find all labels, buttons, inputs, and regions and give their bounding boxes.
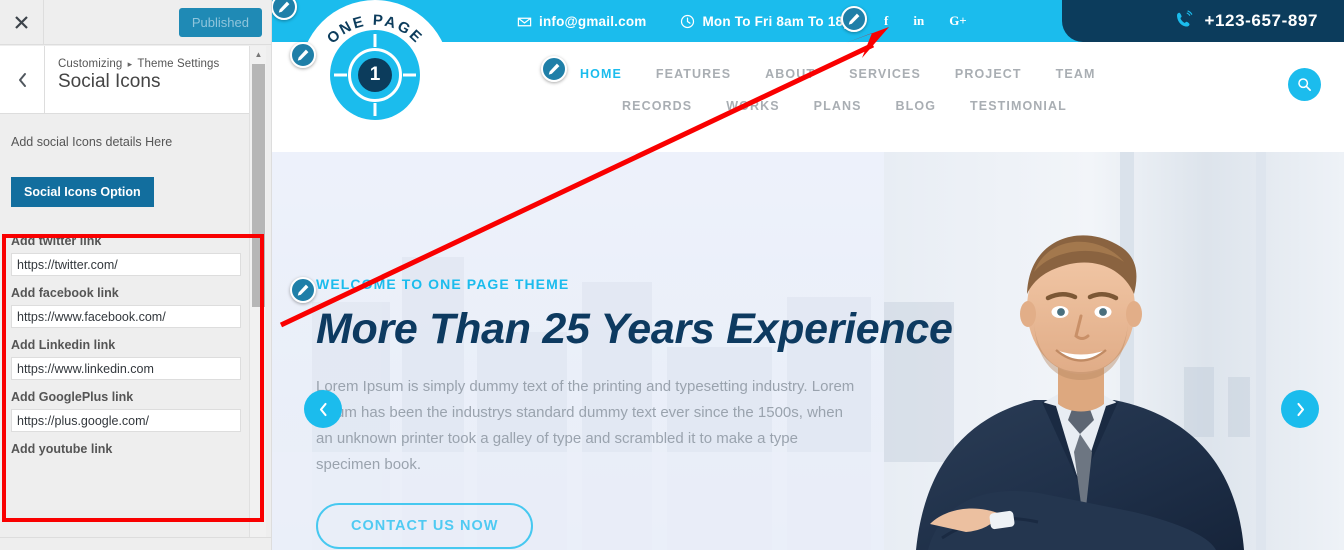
footer-inner: Hide Controls [0, 539, 271, 550]
nav-item-records[interactable]: RECORDS [622, 99, 692, 113]
nav-item-about[interactable]: ABOUT [765, 67, 815, 81]
logo-disc: 1 [330, 30, 420, 120]
facebook-link-input[interactable] [11, 305, 241, 328]
slider-prev-button[interactable] [304, 390, 342, 428]
topbar-phone-text: +123-657-897 [1204, 11, 1318, 30]
menu-row-primary: HOME FEATURES ABOUT SERVICES PROJECT TEA… [580, 67, 1280, 81]
topbar-hours-text: Mon To Fri 8am To 18pm [702, 13, 864, 29]
breadcrumb-parent[interactable]: Theme Settings [137, 58, 219, 70]
nav-item-features[interactable]: FEATURES [656, 67, 731, 81]
linkedin-link-input[interactable] [11, 357, 241, 380]
site-navbar: ONE PAGE 1 HOME FEATURES ABOUT SERVICES … [272, 0, 1344, 152]
mail-icon [517, 17, 532, 26]
screen-root: Published Customizing ▸ Theme Settings S… [0, 0, 1344, 550]
site-preview: info@gmail.com Mon To Fri 8am To 18pm f … [272, 0, 1344, 550]
breadcrumb-root[interactable]: Customizing [58, 58, 122, 70]
back-button[interactable] [0, 46, 45, 113]
field-twitter: Add twitter link [0, 234, 264, 276]
sidebar-scrollbar[interactable]: ▲ ▼ [249, 46, 266, 550]
phone-ringing-icon [1177, 10, 1193, 27]
social-link-fields: Add twitter link Add facebook link Add L… [0, 234, 264, 456]
edit-shortcut-logo[interactable] [290, 42, 316, 68]
hero-content: WELCOME TO ONE PAGE THEME More Than 25 Y… [316, 276, 953, 550]
customizer-footer: Hide Controls [0, 537, 271, 550]
field-label: Add facebook link [11, 286, 119, 300]
field-label: Add Linkedin link [11, 338, 116, 352]
menu-row-secondary: RECORDS WORKS PLANS BLOG TESTIMONIAL [580, 99, 1280, 113]
clock-icon [681, 14, 695, 28]
businessman-illustration [884, 152, 1344, 550]
logo-tick-top [373, 34, 377, 47]
nav-item-testimonial[interactable]: TESTIMONIAL [970, 99, 1067, 113]
social-icons-option-button[interactable]: Social Icons Option [11, 177, 154, 207]
edit-shortcut-hero[interactable] [290, 277, 316, 303]
nav-item-blog[interactable]: BLOG [896, 99, 937, 113]
page-title: Social Icons [58, 71, 161, 92]
customizer-sidebar: Published Customizing ▸ Theme Settings S… [0, 0, 272, 550]
field-linkedin: Add Linkedin link [0, 338, 264, 380]
nav-item-services[interactable]: SERVICES [849, 67, 921, 81]
topbar-email[interactable]: info@gmail.com [517, 14, 646, 29]
nav-item-works[interactable]: WORKS [726, 99, 779, 113]
field-label: Add youtube link [11, 442, 113, 456]
field-googleplus: Add GooglePlus link [0, 390, 264, 432]
pencil-icon [297, 49, 309, 61]
panel-header: Customizing ▸ Theme Settings Social Icon… [0, 46, 258, 114]
customizer-topbar: Published [0, 0, 271, 45]
nav-item-plans[interactable]: PLANS [814, 99, 862, 113]
panel-header-text: Customizing ▸ Theme Settings Social Icon… [45, 46, 219, 113]
topbar-phone[interactable]: +123-657-897 [1173, 0, 1318, 42]
close-icon [15, 15, 28, 29]
contact-us-now-button[interactable]: CONTACT US NOW [316, 503, 534, 550]
field-next-partial: Add youtube link [0, 442, 264, 456]
chevron-right-icon [1296, 402, 1304, 416]
edit-shortcut-menu[interactable] [541, 56, 567, 82]
field-label: Add twitter link [11, 234, 102, 248]
logo-tick-right [403, 73, 416, 77]
logo-tick-bottom [373, 103, 377, 116]
slider-next-button[interactable] [1281, 390, 1319, 428]
nav-item-team[interactable]: TEAM [1056, 67, 1096, 81]
site-logo[interactable]: ONE PAGE 1 [300, 0, 450, 150]
pencil-icon [548, 63, 560, 75]
pencil-icon [297, 284, 309, 296]
googleplus-icon[interactable]: G+ [949, 13, 967, 29]
close-customizer-button[interactable] [0, 0, 44, 44]
chevron-left-icon [18, 72, 26, 87]
facebook-icon[interactable]: f [884, 13, 888, 29]
topbar-info: info@gmail.com Mon To Fri 8am To 18pm [517, 0, 864, 42]
publish-button[interactable]: Published [178, 7, 262, 37]
search-icon [1298, 78, 1311, 91]
twitter-link-input[interactable] [11, 253, 241, 276]
scrollbar-thumb[interactable] [252, 64, 265, 307]
breadcrumb-separator-icon: ▸ [127, 59, 133, 69]
scroll-up-icon[interactable]: ▲ [250, 46, 267, 63]
logo-center-number: 1 [358, 58, 392, 92]
search-button[interactable] [1288, 68, 1321, 101]
nav-item-project[interactable]: PROJECT [955, 67, 1022, 81]
pencil-icon [848, 13, 860, 25]
topbar-social-icons: f in G+ [884, 0, 967, 42]
hero-title: More Than 25 Years Experience [316, 305, 953, 353]
edit-shortcut-social-icons[interactable] [841, 6, 867, 32]
chevron-left-icon [319, 402, 327, 416]
main-menu: HOME FEATURES ABOUT SERVICES PROJECT TEA… [580, 67, 1280, 113]
linkedin-icon[interactable]: in [913, 13, 924, 29]
topbar-email-text: info@gmail.com [539, 13, 647, 29]
hero-kicker: WELCOME TO ONE PAGE THEME [316, 276, 570, 292]
breadcrumb: Customizing ▸ Theme Settings [58, 58, 219, 70]
hero-businessman-photo [884, 152, 1344, 550]
logo-tick-left [334, 73, 347, 77]
panel-description: Add social Icons details Here [11, 135, 173, 149]
field-facebook: Add facebook link [0, 286, 264, 328]
nav-item-home[interactable]: HOME [580, 67, 622, 81]
googleplus-link-input[interactable] [11, 409, 241, 432]
field-label: Add GooglePlus link [11, 390, 134, 404]
pencil-icon [278, 1, 290, 13]
hero-slider: WELCOME TO ONE PAGE THEME More Than 25 Y… [272, 152, 1344, 550]
topbar-hours: Mon To Fri 8am To 18pm [680, 13, 864, 29]
hero-paragraph: Lorem Ipsum is simply dummy text of the … [316, 378, 855, 473]
